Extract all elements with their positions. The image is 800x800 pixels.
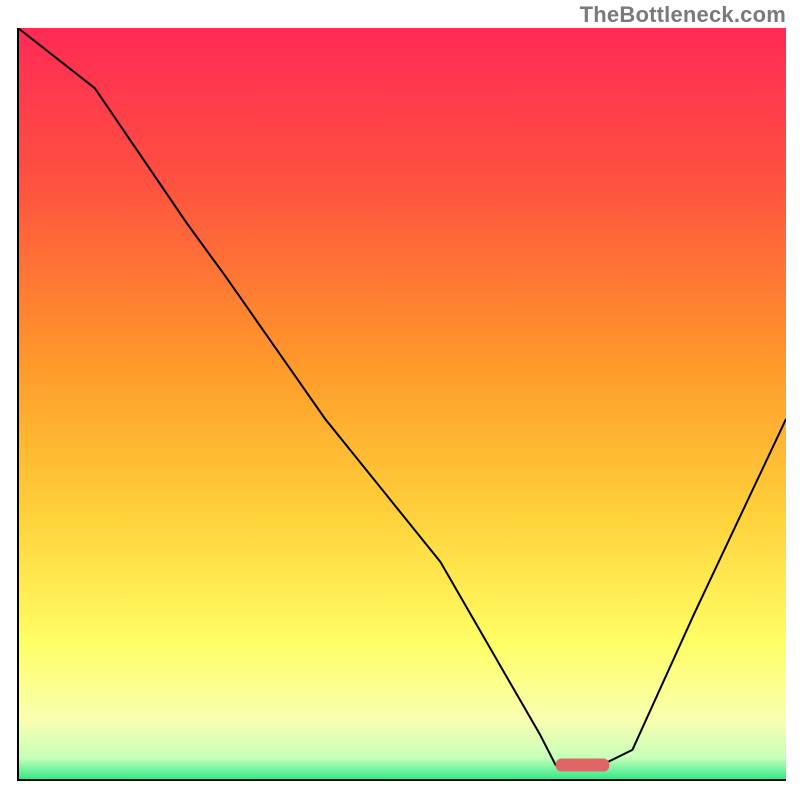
chart-container: { "watermark": "TheBottleneck.com", "cha… [0, 0, 800, 800]
watermark-text: TheBottleneck.com [580, 2, 786, 28]
plot-area [16, 28, 786, 786]
bottleneck-chart [16, 28, 786, 786]
optimal-marker [556, 759, 610, 772]
